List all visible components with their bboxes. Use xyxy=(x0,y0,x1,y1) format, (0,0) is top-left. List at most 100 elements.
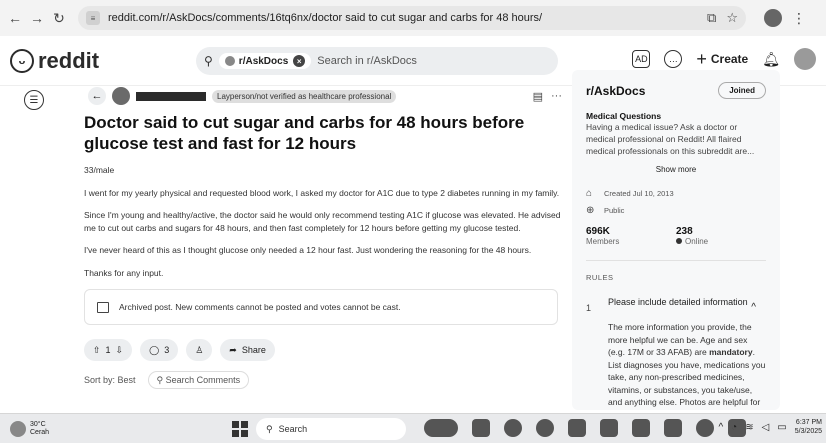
archive-icon xyxy=(97,301,109,313)
user-avatar[interactable] xyxy=(794,48,816,70)
whatsapp-icon[interactable] xyxy=(696,419,714,437)
taskbar-search[interactable]: ⚲ Search xyxy=(256,418,406,440)
extension-icon[interactable] xyxy=(764,9,782,27)
author-name-redacted xyxy=(136,91,206,101)
chevron-up-icon[interactable]: ^ xyxy=(751,296,766,313)
windows-taskbar: 30°C Cerah ⚲ Search ^ ◔ ≋ ◁ ▭ 6:37 PM 5/… xyxy=(0,413,826,443)
post-title: Doctor said to cut sugar and carbs for 4… xyxy=(84,113,525,153)
award-icon: ♙ xyxy=(195,344,204,355)
award-button[interactable]: ♙ xyxy=(186,339,213,361)
members-count: 696K xyxy=(586,226,610,237)
cake-icon: ⌂ xyxy=(586,188,593,199)
globe-icon: ⊕ xyxy=(586,205,595,216)
share-icon: ➦ xyxy=(229,344,237,355)
subreddit-sidebar: r/AskDocs Joined Medical Questions Havin… xyxy=(572,70,780,410)
search-icon: ⚲ xyxy=(156,374,166,385)
created-date: Created Jul 10, 2013 xyxy=(604,189,674,198)
upvote-icon[interactable]: ⇧ xyxy=(93,345,101,356)
app-icon[interactable] xyxy=(504,419,522,437)
search-placeholder: Search in r/AskDocs xyxy=(317,55,417,67)
post: ← Layperson/not verified as healthcare p… xyxy=(84,86,562,389)
taskbar-search-label: Search xyxy=(278,424,308,434)
app-icon[interactable] xyxy=(664,419,682,437)
subreddit-search-chip[interactable]: r/AskDocs × xyxy=(218,53,312,69)
back-arrow-icon[interactable]: ← xyxy=(6,9,24,27)
widgets-icon[interactable] xyxy=(424,419,458,437)
close-icon[interactable]: × xyxy=(293,55,306,67)
author-avatar[interactable] xyxy=(112,87,130,105)
chat-icon[interactable]: … xyxy=(664,50,683,68)
subreddit-stats: 696K Members 238 Online xyxy=(586,226,766,246)
start-button-icon[interactable] xyxy=(232,421,248,437)
system-tray: ^ ◔ ≋ ◁ ▭ 6:37 PM 5/3/2025 xyxy=(718,418,822,436)
search-comments-placeholder: Search Comments xyxy=(165,375,241,385)
subreddit-name[interactable]: r/AskDocs xyxy=(586,84,645,98)
weather-sun-icon xyxy=(10,420,26,437)
rule-body: The more information you provide, the mo… xyxy=(608,321,766,409)
expand-menu-icon[interactable]: ☰ xyxy=(24,90,44,110)
post-meta: ← Layperson/not verified as healthcare p… xyxy=(84,86,562,106)
url-text: reddit.com/r/AskDocs/comments/16tq6nx/do… xyxy=(108,12,543,24)
chrome-icon[interactable] xyxy=(536,419,554,437)
address-bar[interactable]: ≡ reddit.com/r/AskDocs/comments/16tq6nx/… xyxy=(78,6,746,30)
post-paragraph: I've never heard of this as I thought gl… xyxy=(84,245,532,255)
task-view-icon[interactable] xyxy=(472,419,490,437)
created-row: ⌂ Created Jul 10, 2013 xyxy=(586,188,766,199)
browser-menu-icon[interactable]: ⋮ xyxy=(792,10,806,27)
online-dot-icon xyxy=(676,238,682,244)
comment-controls: Sort by: Best ⚲ Search Comments xyxy=(84,371,562,389)
subreddit-avatar xyxy=(224,56,235,66)
members-label: Members xyxy=(586,237,620,246)
battery-icon[interactable]: ▭ xyxy=(777,422,786,433)
chevron-up-icon[interactable]: ^ xyxy=(718,422,723,433)
volume-icon[interactable]: ◁ xyxy=(762,422,770,433)
browser-toolbar: ← → ↻ ≡ reddit.com/r/AskDocs/comments/16… xyxy=(0,0,826,36)
user-flair: Layperson/not verified as healthcare pro… xyxy=(212,89,397,103)
app-icon[interactable] xyxy=(568,419,586,437)
vote-control: ⇧ 1 ⇩ xyxy=(84,339,133,361)
sort-dropdown[interactable]: Sort by: Best xyxy=(84,375,136,385)
more-options-icon[interactable]: ··· xyxy=(551,90,562,103)
create-post-button[interactable]: + Create xyxy=(696,49,748,70)
install-app-icon[interactable]: ⧉ xyxy=(707,10,716,26)
joined-button[interactable]: Joined xyxy=(718,82,766,99)
network-icon[interactable]: ◔ xyxy=(731,422,737,433)
subreddit-description: Having a medical issue? Ask a doctor or … xyxy=(586,122,755,156)
rule-item[interactable]: 1 Please include detailed information ^ xyxy=(586,296,766,313)
app-icon[interactable] xyxy=(600,419,618,437)
logo-text: reddit xyxy=(38,47,100,73)
forward-arrow-icon[interactable]: → xyxy=(28,9,46,27)
search-bar[interactable]: ⚲ r/AskDocs × Search in r/AskDocs xyxy=(196,47,558,75)
search-icon: ⚲ xyxy=(204,54,213,68)
weather-widget[interactable]: 30°C Cerah xyxy=(10,420,50,437)
post-paragraph: Since I'm young and healthy/active, the … xyxy=(84,210,561,233)
chip-label: r/AskDocs xyxy=(238,55,289,67)
comment-icon: ◯ xyxy=(149,344,160,355)
show-more-button[interactable]: Show more xyxy=(586,165,766,174)
reload-icon[interactable]: ↻ xyxy=(50,9,68,27)
search-icon: ⚲ xyxy=(266,423,273,434)
comments-button[interactable]: ◯ 3 xyxy=(140,339,179,361)
clock-date[interactable]: 5/3/2025 xyxy=(795,428,822,435)
archived-notice: Archived post. New comments cannot be po… xyxy=(84,289,558,325)
reddit-logo[interactable]: ᴗ reddit xyxy=(10,48,99,74)
notification-bell-icon[interactable]: 🔔︎ xyxy=(762,51,780,68)
subreddit-subtitle: Medical Questions xyxy=(586,111,662,121)
clock-time[interactable]: 6:37 PM xyxy=(796,419,822,426)
advertise-icon[interactable]: AD xyxy=(632,50,651,68)
rule-number: 1 xyxy=(586,303,592,313)
post-body: 33/male I went for my yearly physical an… xyxy=(84,164,562,279)
wifi-icon[interactable]: ≋ xyxy=(745,422,753,433)
folder-icon[interactable] xyxy=(632,419,650,437)
back-button[interactable]: ← xyxy=(88,87,106,105)
divider xyxy=(586,260,766,261)
share-button[interactable]: ➦ Share xyxy=(220,339,275,361)
bookmark-star-icon[interactable]: ☆ xyxy=(726,10,738,26)
online-label: Online xyxy=(685,237,709,246)
search-comments-input[interactable]: ⚲ Search Comments xyxy=(147,371,250,389)
save-icon[interactable]: ▤ xyxy=(533,90,543,103)
rule-title: Please include detailed information xyxy=(608,297,748,307)
site-info-icon[interactable]: ≡ xyxy=(86,11,100,25)
weather-condition: Cerah xyxy=(30,428,50,436)
downvote-icon[interactable]: ⇩ xyxy=(116,345,124,356)
